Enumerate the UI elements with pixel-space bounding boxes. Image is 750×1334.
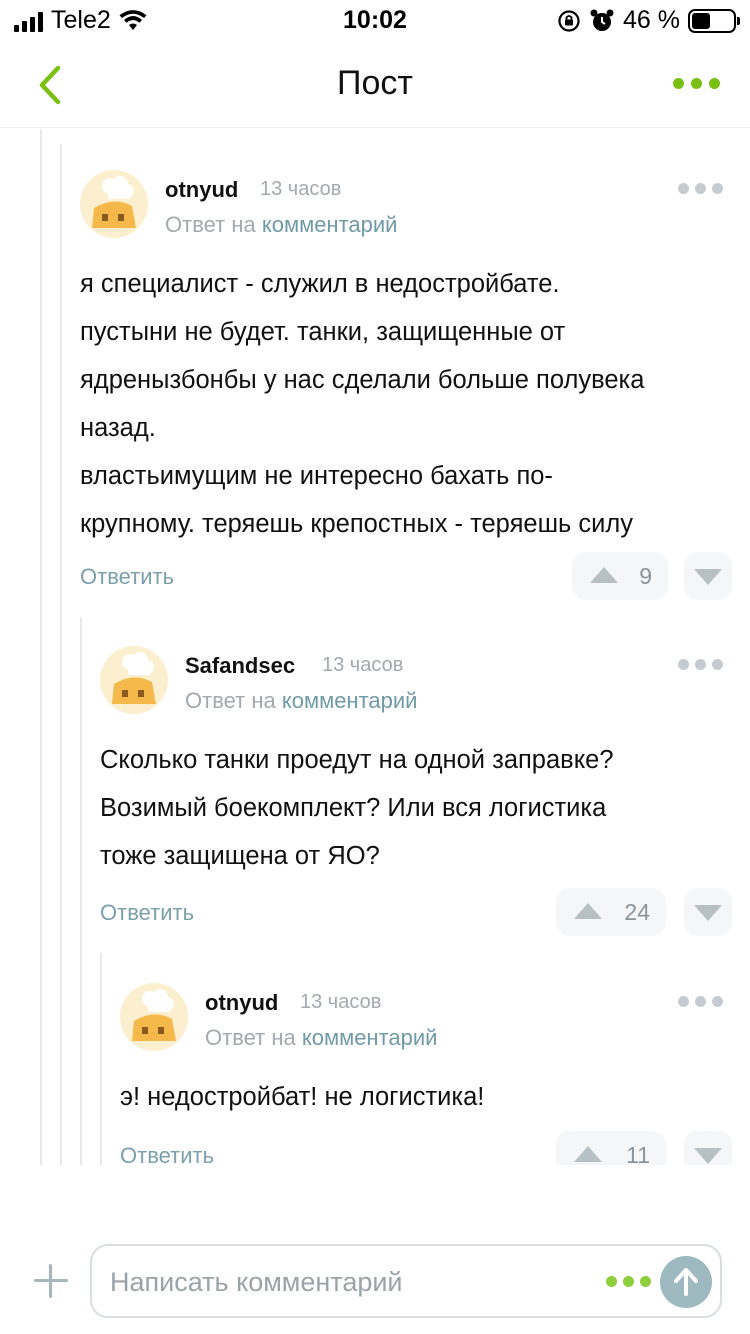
comment-text: я специалист - служил в недостройбате. п… (80, 270, 645, 538)
status-right: 46 % (557, 6, 740, 35)
reply-to: Ответ на комментарий (165, 212, 398, 237)
comment-time: 13 часов (322, 654, 404, 676)
comment-text: э! недостройбат! не логистика! (120, 1083, 485, 1111)
avatar[interactable] (80, 170, 148, 238)
thread-line (80, 617, 82, 1165)
downvote-icon (694, 1148, 722, 1164)
upvote-button[interactable]: 9 (572, 552, 668, 600)
reply-link[interactable]: комментарий (282, 688, 418, 713)
reply-button[interactable]: Ответить (100, 900, 194, 926)
upvote-icon (590, 567, 618, 583)
reply-link[interactable]: комментарий (302, 1025, 438, 1050)
reply-button[interactable]: Ответить (80, 564, 174, 590)
comment-input-box[interactable] (90, 1244, 722, 1318)
avatar-chef-icon (100, 646, 168, 714)
reply-to: Ответ на комментарий (205, 1025, 438, 1050)
comment-time: 13 часов (260, 178, 342, 200)
avatar-chef-icon (120, 983, 188, 1051)
upvote-icon (574, 1146, 602, 1162)
vote-count: 9 (639, 563, 652, 589)
upvote-button[interactable]: 24 (556, 888, 666, 936)
avatar[interactable] (120, 983, 188, 1051)
downvote-icon (694, 569, 722, 585)
page-title: Пост (337, 64, 413, 102)
comment-more-icon[interactable] (678, 659, 723, 670)
thread-line (60, 144, 62, 1165)
reply-link[interactable]: комментарий (262, 212, 398, 237)
avatar-chef-icon (80, 170, 148, 238)
thread-line (100, 953, 102, 1165)
arrow-up-icon (674, 1268, 698, 1296)
orientation-lock-icon (558, 9, 580, 32)
send-button[interactable] (660, 1256, 712, 1308)
downvote-icon (694, 905, 722, 921)
upvote-icon (574, 903, 602, 919)
comment-text: Сколько танки проедут на одной заправке?… (100, 746, 614, 870)
vote-count: 24 (624, 899, 650, 925)
comments-thread[interactable]: otnyud 13 часов Ответ на комментарий я с… (0, 129, 750, 1165)
comment-time: 13 часов (300, 991, 382, 1013)
comment: otnyud 13 часов Ответ на комментарий я с… (80, 170, 732, 610)
downvote-button[interactable] (684, 552, 732, 600)
status-bar: Tele2 10:02 46 % (0, 0, 750, 44)
comment-username[interactable]: otnyud (165, 177, 238, 203)
comment-more-icon[interactable] (678, 996, 723, 1007)
comment-input[interactable] (110, 1260, 590, 1304)
comment-username[interactable]: otnyud (205, 990, 278, 1016)
comment-more-icon[interactable] (678, 183, 723, 194)
more-options-icon[interactable] (673, 78, 720, 89)
downvote-button[interactable] (684, 888, 732, 936)
avatar[interactable] (100, 646, 168, 714)
add-attachment-icon[interactable] (34, 1264, 68, 1298)
comment: otnyud 13 часов Ответ на комментарий э! … (120, 983, 732, 1165)
input-more-icon[interactable] (606, 1276, 651, 1287)
battery-percent: 46 % (623, 6, 680, 34)
reply-to: Ответ на комментарий (185, 688, 418, 713)
alarm-icon (590, 9, 614, 31)
comment-username[interactable]: Safandsec (185, 653, 295, 679)
vote-count: 11 (626, 1142, 650, 1165)
reply-button[interactable]: Ответить (120, 1143, 214, 1165)
comment: Safandsec 13 часов Ответ на комментарий … (100, 646, 732, 946)
battery-icon (688, 8, 740, 33)
nav-bar: Пост (0, 44, 750, 128)
downvote-button[interactable] (684, 1131, 732, 1165)
upvote-button[interactable]: 11 (556, 1131, 666, 1165)
thread-line (40, 129, 42, 1165)
